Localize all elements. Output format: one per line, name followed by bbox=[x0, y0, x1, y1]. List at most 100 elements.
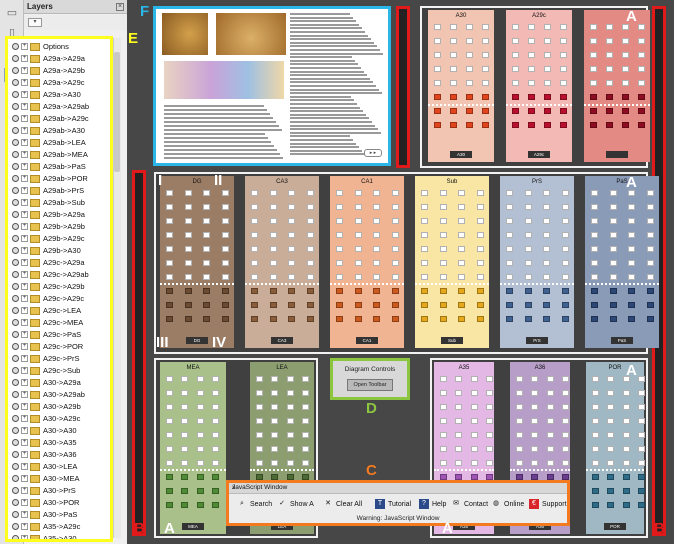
connection-cell[interactable] bbox=[477, 246, 484, 252]
connection-cell[interactable] bbox=[440, 446, 447, 452]
connection-cell[interactable] bbox=[271, 446, 279, 452]
connection-cell[interactable] bbox=[271, 432, 279, 438]
connection-cell[interactable] bbox=[286, 446, 294, 452]
connection-cell[interactable] bbox=[166, 246, 173, 252]
connection-cell[interactable] bbox=[647, 274, 654, 280]
connection-cell[interactable] bbox=[506, 288, 513, 294]
connection-cell[interactable] bbox=[196, 390, 204, 396]
connection-cell[interactable] bbox=[458, 246, 466, 252]
connection-cell[interactable] bbox=[543, 260, 551, 266]
connection-cell[interactable] bbox=[606, 24, 613, 30]
connection-cell[interactable] bbox=[354, 260, 362, 266]
connection-cell[interactable] bbox=[166, 274, 173, 280]
connection-cell[interactable] bbox=[269, 316, 277, 322]
connection-cell[interactable] bbox=[546, 404, 554, 410]
connection-cell[interactable] bbox=[184, 246, 192, 252]
connection-cell[interactable] bbox=[512, 52, 519, 58]
connection-cell[interactable] bbox=[516, 432, 523, 438]
connection-cell[interactable] bbox=[543, 190, 551, 196]
expand-icon[interactable]: + bbox=[21, 139, 28, 146]
connection-cell[interactable] bbox=[562, 376, 569, 382]
close-icon[interactable]: × bbox=[116, 3, 124, 11]
connection-cell[interactable] bbox=[166, 376, 173, 382]
expand-icon[interactable]: + bbox=[21, 67, 28, 74]
connection-cell[interactable] bbox=[477, 288, 484, 294]
connection-cell[interactable] bbox=[516, 460, 523, 466]
connection-cell[interactable] bbox=[607, 474, 615, 480]
column-ca1[interactable]: CA1 CA1 bbox=[330, 176, 404, 348]
connection-cell[interactable] bbox=[181, 432, 189, 438]
connection-cell[interactable] bbox=[543, 288, 551, 294]
connection-cell[interactable] bbox=[606, 38, 613, 44]
connection-cell[interactable] bbox=[307, 260, 314, 266]
expand-icon[interactable]: + bbox=[21, 79, 28, 86]
connection-cell[interactable] bbox=[524, 246, 532, 252]
connection-cell[interactable] bbox=[440, 460, 447, 466]
connection-cell[interactable] bbox=[546, 376, 554, 382]
connection-cell[interactable] bbox=[269, 204, 277, 210]
connection-cell[interactable] bbox=[560, 80, 567, 86]
connection-cell[interactable] bbox=[354, 288, 362, 294]
eye-icon[interactable] bbox=[12, 331, 19, 338]
connection-cell[interactable] bbox=[486, 390, 493, 396]
expand-icon[interactable]: + bbox=[21, 439, 28, 446]
connection-cell[interactable] bbox=[256, 460, 263, 466]
connection-cell[interactable] bbox=[524, 274, 532, 280]
connection-cell[interactable] bbox=[196, 502, 204, 508]
connection-cell[interactable] bbox=[477, 232, 484, 238]
connection-cell[interactable] bbox=[166, 232, 173, 238]
connection-cell[interactable] bbox=[439, 246, 447, 252]
column-por[interactable]: POR POR bbox=[586, 362, 645, 534]
expand-icon[interactable]: + bbox=[21, 319, 28, 326]
support-button[interactable]: € Support bbox=[529, 497, 567, 513]
eye-icon[interactable] bbox=[12, 343, 19, 350]
connection-cell[interactable] bbox=[434, 108, 441, 114]
connection-cell[interactable] bbox=[434, 122, 441, 128]
eye-icon[interactable] bbox=[12, 223, 19, 230]
connection-cell[interactable] bbox=[421, 316, 428, 322]
connection-cell[interactable] bbox=[256, 376, 263, 382]
connection-cell[interactable] bbox=[307, 190, 314, 196]
connection-cell[interactable] bbox=[528, 38, 535, 44]
connection-cell[interactable] bbox=[622, 446, 630, 452]
connection-cell[interactable] bbox=[607, 432, 615, 438]
connection-cell[interactable] bbox=[392, 246, 399, 252]
eye-icon[interactable] bbox=[12, 211, 19, 218]
connection-cell[interactable] bbox=[184, 316, 192, 322]
column-mea[interactable]: MEA MEA bbox=[160, 362, 226, 534]
connection-cell[interactable] bbox=[647, 246, 654, 252]
connection-cell[interactable] bbox=[560, 108, 567, 114]
connection-cell[interactable] bbox=[212, 488, 219, 494]
connection-cell[interactable] bbox=[470, 432, 478, 438]
connection-cell[interactable] bbox=[528, 52, 535, 58]
connection-cell[interactable] bbox=[607, 460, 615, 466]
connection-cell[interactable] bbox=[458, 316, 466, 322]
connection-cell[interactable] bbox=[628, 204, 636, 210]
connection-cell[interactable] bbox=[421, 232, 428, 238]
connection-cell[interactable] bbox=[560, 24, 567, 30]
connection-cell[interactable] bbox=[450, 94, 457, 100]
pages-icon[interactable]: ▭ bbox=[4, 6, 20, 20]
clear-all-button[interactable]: ✕ Clear All bbox=[323, 497, 362, 513]
expand-icon[interactable]: + bbox=[21, 271, 28, 278]
connection-cell[interactable] bbox=[336, 218, 343, 224]
connection-cell[interactable] bbox=[528, 108, 535, 114]
connection-cell[interactable] bbox=[531, 418, 539, 424]
expand-icon[interactable]: + bbox=[21, 367, 28, 374]
connection-cell[interactable] bbox=[609, 302, 617, 308]
connection-cell[interactable] bbox=[373, 288, 381, 294]
connection-cell[interactable] bbox=[524, 190, 532, 196]
connection-cell[interactable] bbox=[166, 460, 173, 466]
connection-cell[interactable] bbox=[392, 260, 399, 266]
connection-cell[interactable] bbox=[203, 218, 211, 224]
connection-cell[interactable] bbox=[196, 474, 204, 480]
connection-cell[interactable] bbox=[392, 204, 399, 210]
connection-cell[interactable] bbox=[439, 260, 447, 266]
connection-cell[interactable] bbox=[212, 418, 219, 424]
column-unlabeled[interactable] bbox=[584, 10, 650, 162]
connection-cell[interactable] bbox=[590, 122, 597, 128]
connection-cell[interactable] bbox=[591, 288, 598, 294]
scrollbar-thumb[interactable] bbox=[114, 52, 120, 172]
connection-cell[interactable] bbox=[288, 302, 296, 308]
connection-cell[interactable] bbox=[647, 302, 654, 308]
